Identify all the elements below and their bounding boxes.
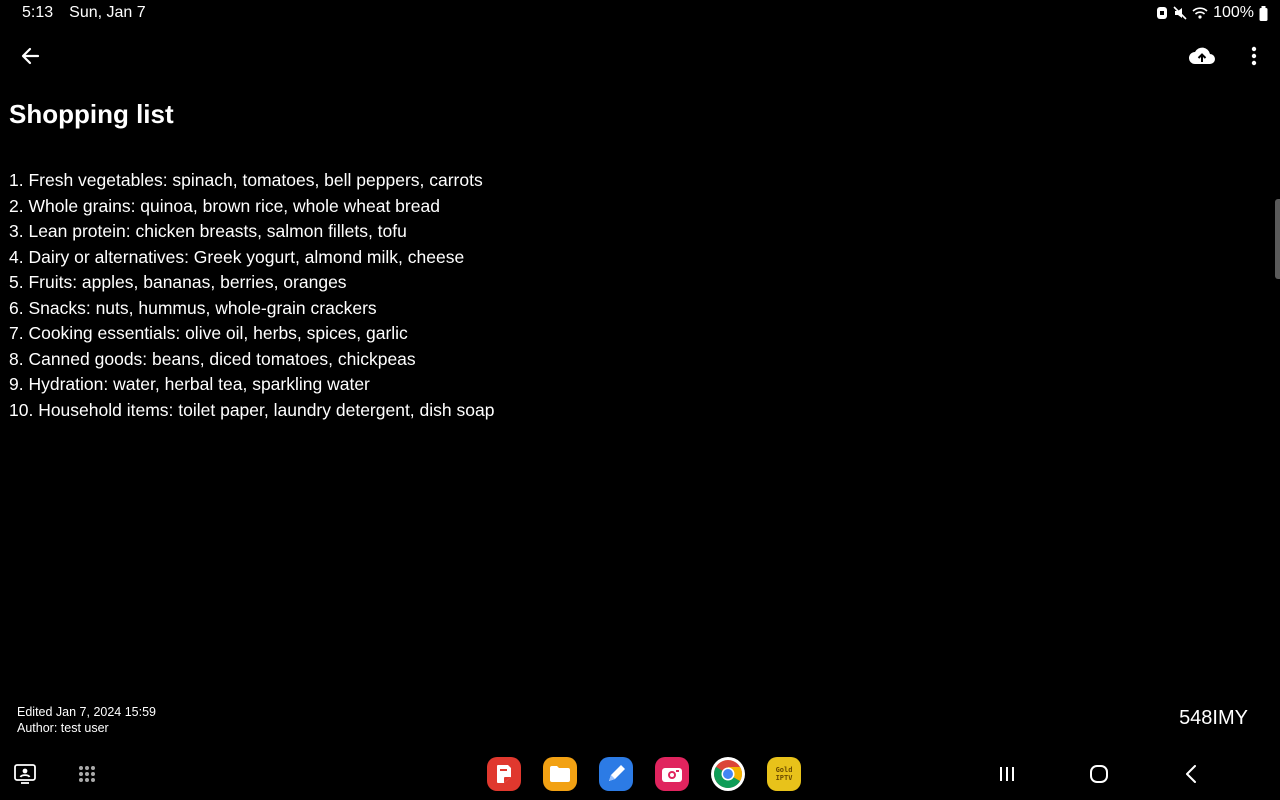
recents-icon <box>1000 767 1014 781</box>
status-bar: 5:13 Sun, Jan 7 100% <box>0 0 1280 26</box>
status-right: 100% <box>1156 4 1268 22</box>
status-time: 5:13 <box>22 4 54 21</box>
list-item: 9. Hydration: water, herbal tea, sparkli… <box>9 374 370 394</box>
list-item: 7. Cooking essentials: olive oil, herbs,… <box>9 323 408 343</box>
dock-app-red[interactable] <box>487 757 521 791</box>
back-button[interactable] <box>14 40 46 72</box>
battery-icon <box>1259 5 1268 21</box>
dock-camera-app[interactable] <box>655 757 689 791</box>
iptv-logo: Gold IPTV <box>776 766 793 782</box>
recents-button[interactable] <box>992 761 1022 787</box>
note-meta: Edited Jan 7, 2024 15:59 Author: test us… <box>17 704 156 736</box>
author-label: Author: test user <box>17 721 109 735</box>
screen-person-icon <box>14 764 36 784</box>
folder-icon <box>550 766 570 782</box>
note-title[interactable]: Shopping list <box>9 99 174 130</box>
chrome-icon <box>714 760 742 788</box>
dock-files[interactable] <box>543 757 577 791</box>
lock-app-icon <box>1156 6 1168 20</box>
mute-icon <box>1173 6 1187 20</box>
dock-chrome[interactable] <box>711 757 745 791</box>
sticky-note-icon <box>497 765 511 783</box>
list-item: 6. Snacks: nuts, hummus, whole-grain cra… <box>9 297 377 318</box>
wifi-icon <box>1192 6 1208 20</box>
status-left: 5:13 Sun, Jan 7 <box>22 4 146 22</box>
status-date: Sun, Jan 7 <box>69 4 146 21</box>
app-drawer-button[interactable] <box>74 761 100 787</box>
dock-gold-iptv[interactable]: Gold IPTV <box>767 757 801 791</box>
list-item: 10. Household items: toilet paper, laund… <box>9 399 495 420</box>
scroll-handle[interactable] <box>1275 199 1280 279</box>
dock: Gold IPTV <box>487 757 801 791</box>
more-vert-icon <box>1251 46 1257 66</box>
iptv-label-line1: Gold <box>775 766 793 774</box>
list-item: 4. Dairy or alternatives: Greek yogurt, … <box>9 246 465 267</box>
list-item: 3. Lean protein: chicken breasts, salmon… <box>9 221 407 241</box>
list-item: 8. Canned goods: beans, diced tomatoes, … <box>9 348 416 369</box>
grid-dots-icon <box>79 766 95 782</box>
taskbar: Gold IPTV <box>0 748 1280 800</box>
home-icon <box>1090 765 1108 783</box>
arrow-left-icon <box>21 47 40 65</box>
chevron-left-icon <box>1186 765 1196 783</box>
note-code: 548IMY <box>1179 707 1248 729</box>
nav-back-button[interactable] <box>1176 761 1206 787</box>
list-item: 5. Fruits: apples, bananas, berries, ora… <box>9 272 347 292</box>
battery-percent: 100% <box>1213 4 1254 21</box>
edited-timestamp: Edited Jan 7, 2024 15:59 <box>17 705 157 719</box>
cloud-upload-icon <box>1189 47 1215 64</box>
dock-pen-app[interactable] <box>599 757 633 791</box>
camera-icon <box>662 768 682 782</box>
note-body[interactable]: 1. Fresh vegetables: spinach, tomatoes, … <box>9 168 494 423</box>
home-button[interactable] <box>1084 761 1114 787</box>
app-bar <box>0 36 1280 76</box>
pen-icon <box>609 765 625 781</box>
more-options-button[interactable] <box>1242 40 1266 72</box>
screen: 5:13 Sun, Jan 7 100% Shopping list 1. Fr… <box>0 0 1280 800</box>
list-item: 1. Fresh vegetables: spinach, tomatoes, … <box>9 170 483 190</box>
list-item: 2. Whole grains: quinoa, brown rice, who… <box>9 195 440 216</box>
iptv-label-line2: IPTV <box>775 774 793 782</box>
upload-button[interactable] <box>1186 40 1218 72</box>
screen-cast-button[interactable] <box>12 761 38 787</box>
